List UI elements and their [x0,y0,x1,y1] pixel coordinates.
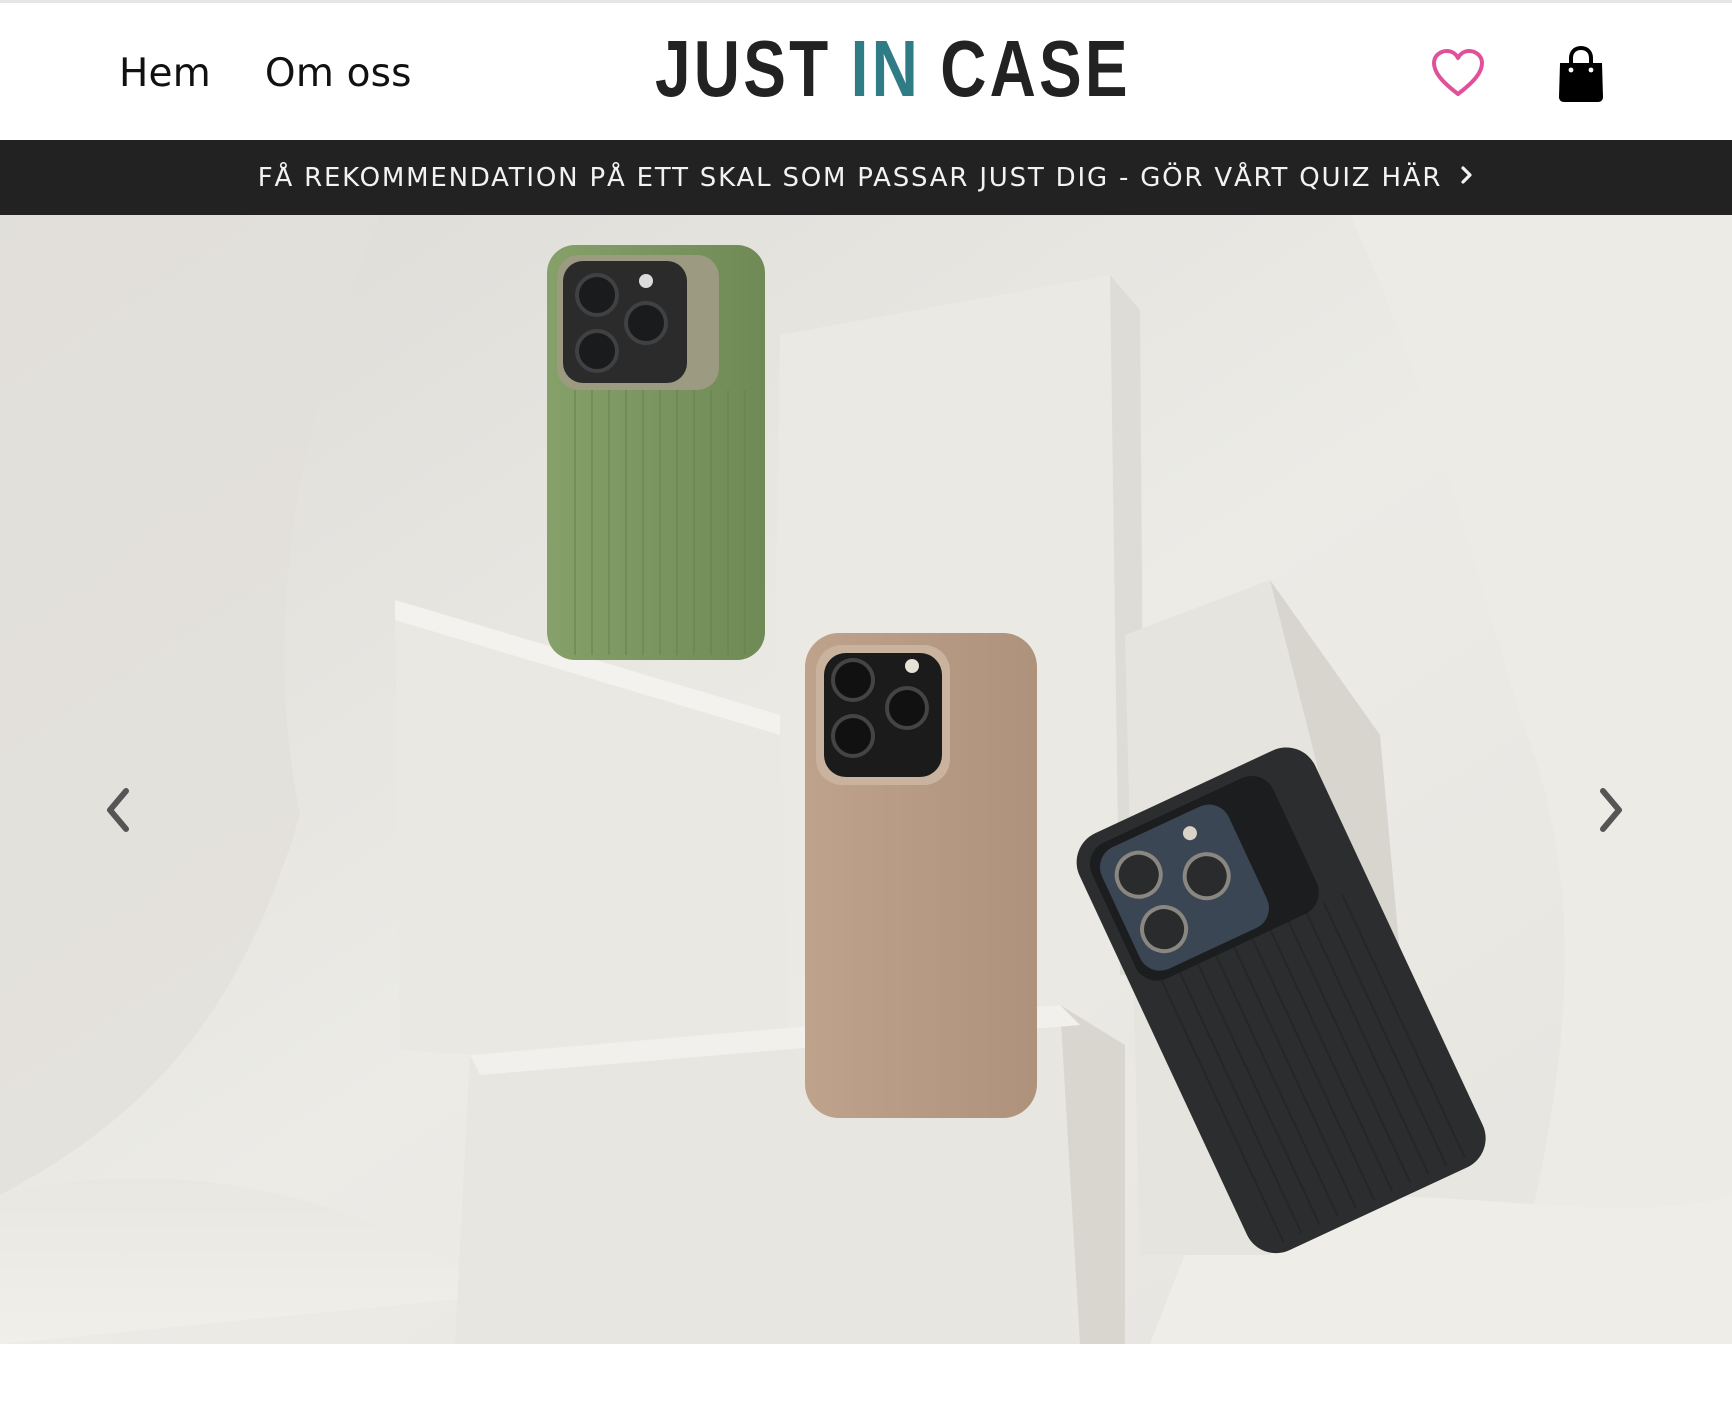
logo-word-just: JUST [655,24,832,113]
main-nav: Hem Om oss [119,48,412,100]
page-bottom-whitespace [0,1344,1732,1418]
carousel-next-button[interactable] [1580,780,1640,840]
logo-word-case: CASE [940,24,1131,113]
chevron-right-icon [1600,788,1622,832]
page: Hem Om oss JUST IN CASE FÅ REKOMMENDATIO… [0,0,1732,1418]
nav-link-om-oss[interactable]: Om oss [265,48,412,100]
hero-carousel [0,215,1732,1344]
shopping-bag-icon [1559,45,1603,102]
logo-word-in: IN [850,24,921,113]
chevron-left-icon [107,788,129,832]
beige-phone-case [805,633,1037,1118]
chevron-right-icon [1461,165,1472,184]
green-phone-case [547,245,765,660]
carousel-prev-button[interactable] [89,780,149,840]
cart-button[interactable] [1553,41,1609,107]
site-logo[interactable]: JUST IN CASE [655,29,1131,109]
quiz-announcement-bar[interactable]: FÅ REKOMMENDATION PÅ ETT SKAL SOM PASSAR… [0,140,1732,215]
announcement-text: FÅ REKOMMENDATION PÅ ETT SKAL SOM PASSAR… [257,162,1443,193]
site-header: Hem Om oss JUST IN CASE [0,3,1732,140]
nav-link-hem[interactable]: Hem [119,48,211,100]
wishlist-button[interactable] [1428,43,1488,103]
heart-icon [1432,49,1484,96]
hero-image [0,215,1732,1344]
